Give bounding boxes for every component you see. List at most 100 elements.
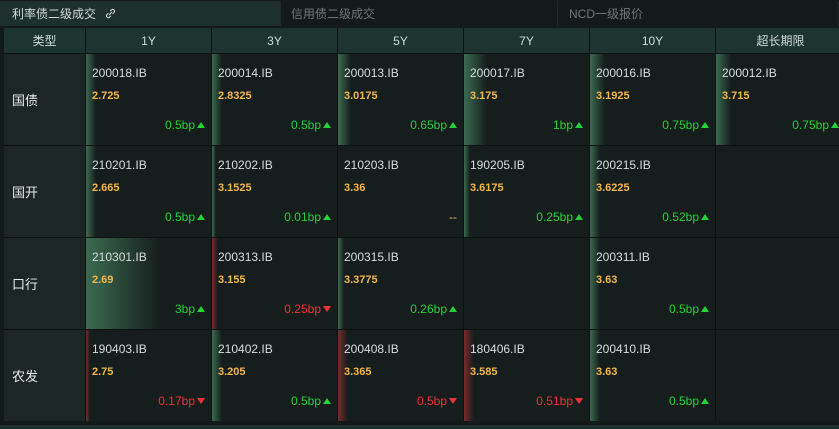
yield-rate: 3.1925 xyxy=(596,90,630,102)
tab-label: 利率债二级成交 xyxy=(12,7,97,21)
quote-cell[interactable]: 200215.IB 3.6225 0.52bp xyxy=(590,146,715,237)
yield-rate: 3.6225 xyxy=(596,182,630,194)
header-3y[interactable]: 3Y xyxy=(212,28,337,53)
bond-code: 200215.IB xyxy=(596,158,651,172)
triangle-up-icon xyxy=(701,306,709,312)
tab-credit-secondary[interactable]: 信用债二级成交 xyxy=(281,1,558,26)
yield-rate: 3.0175 xyxy=(344,90,378,102)
quote-cell[interactable]: 200013.IB 3.0175 0.65bp xyxy=(338,54,463,145)
row-label-nongfa: 农发 xyxy=(4,330,85,421)
yield-change: 0.75bp xyxy=(792,118,839,132)
quote-cell[interactable]: 210203.IB 3.36 -- xyxy=(338,146,463,237)
triangle-down-icon xyxy=(575,398,583,404)
row-label-guokai: 国开 xyxy=(4,146,85,237)
triangle-up-icon xyxy=(575,214,583,220)
yield-rate: 3.585 xyxy=(470,366,498,378)
header-7y[interactable]: 7Y xyxy=(464,28,589,53)
tab-label: NCD一级报价 xyxy=(569,7,643,21)
quote-cell[interactable]: 180406.IB 3.585 0.51bp xyxy=(464,330,589,421)
quote-cell xyxy=(716,330,839,421)
change-value: 0.65bp xyxy=(410,118,447,132)
yield-change: 0.75bp xyxy=(662,118,709,132)
change-value: 0.75bp xyxy=(792,118,829,132)
header-1y[interactable]: 1Y xyxy=(86,28,211,53)
change-value: 0.25bp xyxy=(284,302,321,316)
yield-rate: 2.725 xyxy=(92,90,120,102)
yield-rate: 3.36 xyxy=(344,182,366,194)
quote-cell[interactable]: 190403.IB 2.75 0.17bp xyxy=(86,330,211,421)
quote-cell[interactable]: 200014.IB 2.8325 0.5bp xyxy=(212,54,337,145)
triangle-up-icon xyxy=(197,306,205,312)
header-5y[interactable]: 5Y xyxy=(338,28,463,53)
yield-change: 1bp xyxy=(553,118,583,132)
quote-cell[interactable]: 210402.IB 3.205 0.5bp xyxy=(212,330,337,421)
quote-cell[interactable]: 200017.IB 3.175 1bp xyxy=(464,54,589,145)
bond-code: 210203.IB xyxy=(344,158,399,172)
yield-change: 0.5bp xyxy=(165,210,205,224)
change-value: 0.51bp xyxy=(536,394,573,408)
quote-cell[interactable]: 200016.IB 3.1925 0.75bp xyxy=(590,54,715,145)
change-value: 0.25bp xyxy=(536,210,573,224)
change-value: 0.75bp xyxy=(662,118,699,132)
triangle-up-icon xyxy=(701,122,709,128)
change-value: 0.01bp xyxy=(284,210,321,224)
bond-code: 200013.IB xyxy=(344,66,399,80)
quote-cell[interactable]: 210201.IB 2.665 0.5bp xyxy=(86,146,211,237)
quote-cell[interactable]: 200018.IB 2.725 0.5bp xyxy=(86,54,211,145)
yield-change: 0.01bp xyxy=(284,210,331,224)
yield-matrix: 类型 1Y 3Y 5Y 7Y 10Y 超长期限 国债 200018.IB 2.725… xyxy=(4,28,839,421)
yield-rate: 2.75 xyxy=(92,366,114,378)
quote-cell[interactable]: 200408.IB 3.365 0.5bp xyxy=(338,330,463,421)
yield-change: 0.26bp xyxy=(410,302,457,316)
quote-cell xyxy=(464,238,589,329)
change-value: 0.5bp xyxy=(290,394,321,408)
triangle-up-icon xyxy=(197,122,205,128)
triangle-up-icon xyxy=(701,398,709,404)
change-value: 1bp xyxy=(552,118,573,132)
change-value: 0.17bp xyxy=(158,394,195,408)
bond-code: 200410.IB xyxy=(596,342,651,356)
change-value: 0.52bp xyxy=(662,210,699,224)
quote-cell[interactable]: 190205.IB 3.6175 0.25bp xyxy=(464,146,589,237)
change-bar xyxy=(212,146,216,237)
quote-cell[interactable]: 200313.IB 3.155 0.25bp xyxy=(212,238,337,329)
quote-cell[interactable]: 210301.IB 2.69 3bp xyxy=(86,238,211,329)
bond-code: 210202.IB xyxy=(218,158,273,172)
change-value: 0.5bp xyxy=(164,210,195,224)
yield-rate: 3.155 xyxy=(218,274,246,286)
row-label-guozhai: 国债 xyxy=(4,54,85,145)
header-10y[interactable]: 10Y xyxy=(590,28,715,53)
yield-rate: 3.1525 xyxy=(218,182,252,194)
tab-rates-secondary[interactable]: 利率债二级成交 xyxy=(0,1,281,26)
yield-rate: 3.365 xyxy=(344,366,372,378)
yield-change: 0.5bp xyxy=(417,394,457,408)
quote-cell[interactable]: 210202.IB 3.1525 0.01bp xyxy=(212,146,337,237)
yield-rate: 3.715 xyxy=(722,90,750,102)
yield-rate: 3.175 xyxy=(470,90,498,102)
change-value: 0.5bp xyxy=(164,118,195,132)
change-value: 0.26bp xyxy=(410,302,447,316)
yield-rate: 3.6175 xyxy=(470,182,504,194)
triangle-up-icon xyxy=(197,214,205,220)
triangle-up-icon xyxy=(449,122,457,128)
quote-cell[interactable]: 200311.IB 3.63 0.5bp xyxy=(590,238,715,329)
yield-change: 0.52bp xyxy=(662,210,709,224)
tab-ncd-primary[interactable]: NCD一级报价 xyxy=(558,1,839,26)
yield-change: 0.25bp xyxy=(536,210,583,224)
bond-code: 200313.IB xyxy=(218,250,273,264)
link-icon[interactable] xyxy=(104,7,117,20)
triangle-up-icon xyxy=(449,306,457,312)
bond-code: 200315.IB xyxy=(344,250,399,264)
bond-code: 200012.IB xyxy=(722,66,777,80)
bond-code: 210402.IB xyxy=(218,342,273,356)
yield-change: 0.65bp xyxy=(410,118,457,132)
triangle-down-icon xyxy=(449,398,457,404)
header-ultra-long[interactable]: 超长期限 xyxy=(716,28,839,53)
quote-cell[interactable]: 200410.IB 3.63 0.5bp xyxy=(590,330,715,421)
bond-code: 200014.IB xyxy=(218,66,273,80)
quote-cell[interactable]: 200315.IB 3.3775 0.26bp xyxy=(338,238,463,329)
quote-cell[interactable]: 200012.IB 3.715 0.75bp xyxy=(716,54,839,145)
change-value: 0.5bp xyxy=(290,118,321,132)
triangle-up-icon xyxy=(575,122,583,128)
bond-code: 200016.IB xyxy=(596,66,651,80)
